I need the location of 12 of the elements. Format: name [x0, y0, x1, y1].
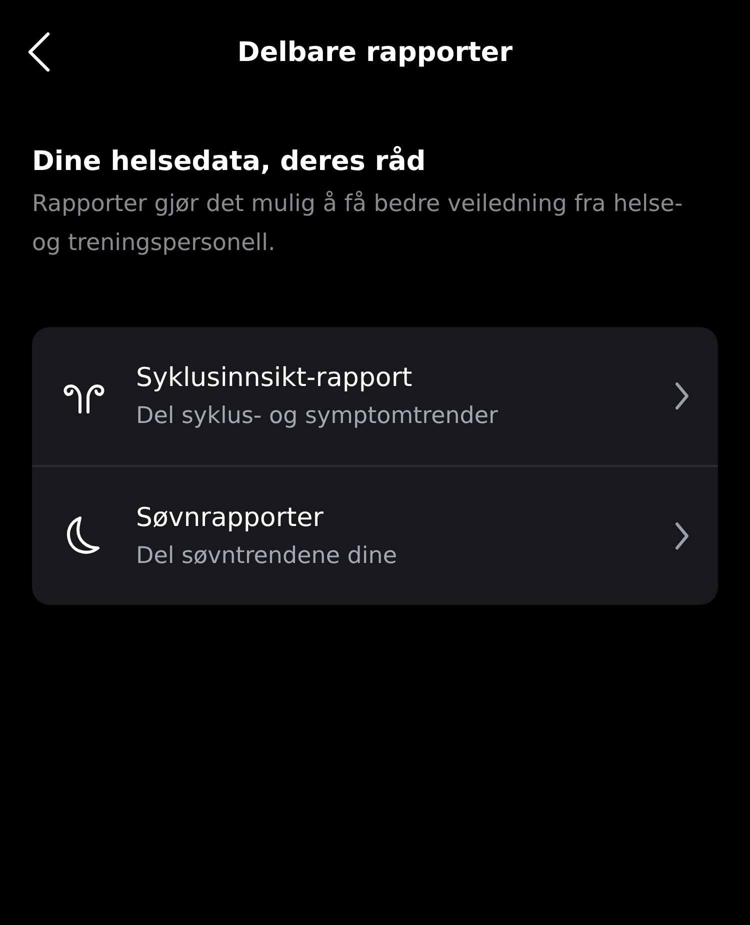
screen-title: Delbare rapporter: [237, 36, 513, 68]
report-title: Syklusinnsikt-rapport: [136, 363, 414, 393]
report-title: Søvnrapporter: [136, 503, 324, 533]
report-item[interactable]: Syklusinnsikt-rapport Del syklus- og symptomtrender: [32, 327, 718, 465]
report-item[interactable]: Søvnrapporter Del søvntrendene dine: [32, 467, 718, 605]
chevron-icon: [674, 521, 690, 551]
back-button[interactable]: [26, 31, 52, 73]
report-subtitle: Del søvntrendene dine: [136, 543, 398, 569]
section-heading: Dine helsedata, deres råd: [32, 146, 427, 177]
report-subtitle: Del syklus- og symptomtrender: [136, 403, 500, 429]
chevron-icon: [674, 381, 690, 411]
section-description: Rapporter gjør det mulig å få bedre veiledning fra helse- og treningspersonell.: [32, 190, 684, 258]
